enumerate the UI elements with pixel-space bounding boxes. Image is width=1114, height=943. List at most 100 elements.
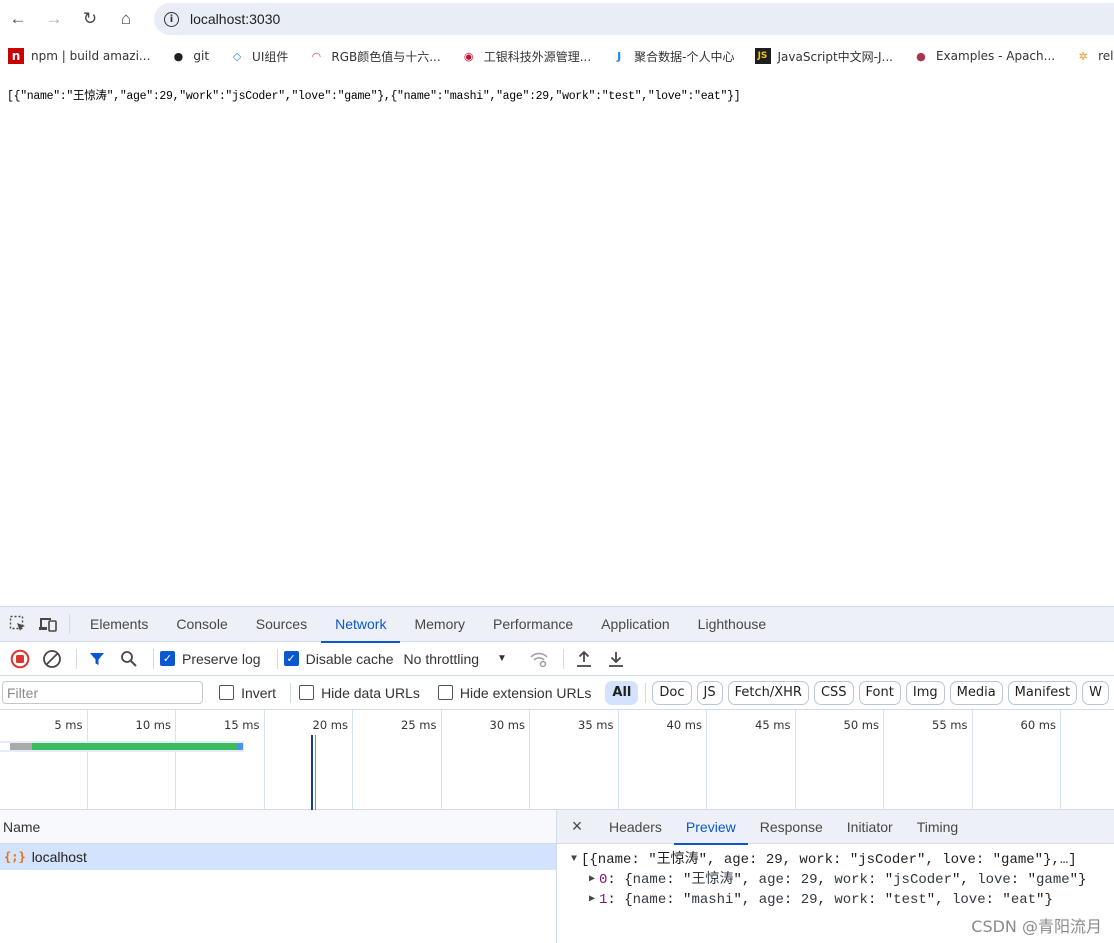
tab-sources[interactable]: Sources [242,607,321,642]
device-toolbar-icon[interactable] [33,609,63,639]
bookmark-item[interactable]: ● git [170,48,209,64]
preserve-log-checkbox[interactable]: ✓ Preserve log [160,651,261,667]
details-tab-preview[interactable]: Preview [673,810,748,845]
tab-elements[interactable]: Elements [76,607,162,642]
hide-extension-urls-checkbox[interactable]: Hide extension URLs [437,685,591,701]
checkbox-checked-icon[interactable]: ✓ [283,651,299,666]
fetch-request-icon: {;} [4,850,26,864]
bookmark-item[interactable]: ◠ RGB颜色值与十六... [308,48,441,65]
punctuation: ", [926,892,952,908]
record-button[interactable] [6,645,34,673]
bookmark-label: npm | build amazi... [31,49,151,63]
invert-checkbox[interactable]: Invert [219,685,276,701]
prop-value: 29 [800,892,818,908]
bookmark-item[interactable]: JS JavaScript中文网-J... [754,48,893,65]
timeline-gridline [352,710,353,809]
details-tab-headers[interactable]: Headers [597,810,674,844]
search-icon [121,650,137,667]
name-column-label: Name [3,818,41,835]
forward-button[interactable]: → [36,1,72,37]
filter-type-media[interactable]: Media [949,680,1003,705]
checkbox-unchecked-icon[interactable] [219,685,235,700]
info-icon[interactable]: i [164,11,179,27]
checkbox-unchecked-icon[interactable] [437,685,453,700]
bookmark-item[interactable]: ● Examples - Apach... [913,48,1055,64]
punctuation: "} [1069,872,1087,888]
filter-type-img[interactable]: Img [905,680,945,705]
bookmark-item[interactable]: ◉ 工银科技外源管理... [461,48,591,65]
browser-toolbar: ← → ↻ ⌂ i localhost:3030 [0,0,1114,38]
bookmark-label: relation [1098,49,1114,63]
hide-data-urls-checkbox[interactable]: Hide data URLs [299,685,420,701]
request-name: localhost [31,849,87,865]
tab-application[interactable]: Application [587,607,684,642]
bookmark-item[interactable]: ✲ relation [1075,48,1114,64]
divider [153,648,154,669]
filter-type-css[interactable]: CSS [813,680,854,705]
back-button[interactable]: ← [0,1,36,37]
filter-type-js[interactable]: JS [696,680,723,705]
stalled-segment [10,743,32,750]
filter-type-all[interactable]: All [605,680,639,705]
inspect-element-icon[interactable] [3,609,33,639]
bookmark-item[interactable]: n npm | build amazi... [8,48,150,64]
timeline-tick-label: 45 ms [755,718,791,732]
collapsed-triangle-icon[interactable]: ▶ [585,870,599,890]
filter-input[interactable]: Filter [2,681,204,704]
prop-value: 王惊涛 [691,872,734,888]
diamond-icon: ◇ [232,49,242,63]
bookmark-label: git [193,49,210,63]
divider [276,648,278,669]
watermark: CSDN @青阳流月 [971,917,1102,936]
filter-type-fetchxhr[interactable]: Fetch/XHR [727,680,809,705]
disable-cache-label: Disable cache [305,650,394,667]
tab-memory[interactable]: Memory [400,607,479,642]
tab-lighthouse[interactable]: Lighthouse [684,607,781,642]
details-tabbar: × Headers Preview Response Initiator Timing [557,810,1114,845]
bookmark-item[interactable]: ◇ UI组件 [229,48,289,65]
details-tab-initiator[interactable]: Initiator [835,810,905,844]
reload-button[interactable]: ↻ [72,1,108,37]
checkbox-checked-icon[interactable]: ✓ [160,651,175,666]
tab-network[interactable]: Network [321,607,401,643]
bookmark-label: UI组件 [252,49,289,64]
filter-type-manifest[interactable]: Manifest [1007,680,1078,705]
search-button[interactable] [115,645,143,673]
filter-type-w[interactable]: W [1082,680,1109,705]
filter-bar: Filter Invert Hide data URLs Hide extens… [0,676,1114,710]
details-tab-timing[interactable]: Timing [905,810,971,844]
bookmark-label: JavaScript中文网-J... [777,49,893,64]
tab-performance[interactable]: Performance [479,607,587,642]
expanded-triangle-icon[interactable]: ▼ [567,850,581,870]
url-text[interactable]: localhost:3030 [190,11,280,27]
name-column-header[interactable]: Name [0,810,556,844]
throttling-select[interactable]: No throttling ▼ [404,651,507,667]
preview-root[interactable]: ▼ [{name: "王惊涛", age: 29, work: "jsCoder… [557,850,1114,870]
preview-item[interactable]: ▶ 1: {name: " mashi ", age: 29, work: " test… [557,890,1114,910]
preview-item[interactable]: ▶ 0: {name: " 王惊涛 ", age: 29, work: " jsCode… [557,870,1114,890]
disable-cache-checkbox[interactable]: ✓ Disable cache [283,650,394,667]
close-icon: × [571,816,583,836]
collapsed-triangle-icon[interactable]: ▶ [585,890,599,910]
address-bar[interactable]: i localhost:3030 [154,3,1114,35]
close-details-button[interactable]: × [557,816,597,837]
juhe-icon: J [617,49,622,63]
home-button[interactable]: ⌂ [108,1,144,37]
hide-data-urls-label: Hide data URLs [321,684,420,701]
network-conditions-button[interactable] [525,645,553,673]
arrow-right-icon: → [45,9,63,28]
load-event-marker [314,735,317,810]
import-har-button[interactable] [570,645,598,673]
tab-console[interactable]: Console [162,607,241,642]
checkbox-unchecked-icon[interactable] [299,685,315,700]
filter-type-font[interactable]: Font [858,680,901,705]
timeline-tick-label: 55 ms [932,718,968,732]
details-tab-response[interactable]: Response [748,810,835,844]
request-row[interactable]: {;} localhost [0,844,556,870]
timeline-tick-label: 10 ms [135,718,171,732]
bookmark-item[interactable]: J 聚合数据-个人中心 [611,48,734,65]
clear-button[interactable] [38,645,66,673]
export-har-button[interactable] [602,645,630,673]
filter-type-doc[interactable]: Doc [652,680,692,705]
filter-toggle-button[interactable] [83,645,111,673]
